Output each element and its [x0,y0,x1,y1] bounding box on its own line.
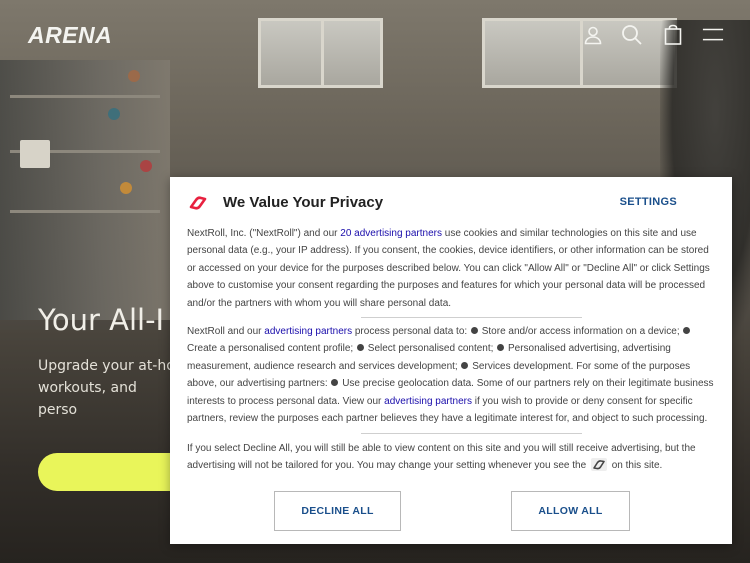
brand-logo[interactable]: ARENA [28,22,112,49]
advertising-partners-link[interactable]: advertising partners [264,326,352,337]
decline-all-button[interactable]: DECLINE ALL [274,491,401,531]
search-icon[interactable] [621,24,643,46]
allow-all-button[interactable]: ALLOW ALL [511,491,630,531]
privacy-text: NextRoll and our [187,326,265,337]
divider [361,317,582,318]
account-icon[interactable] [582,24,604,46]
bullet-icon [357,344,364,352]
bullet-icon [497,344,505,352]
privacy-intro-paragraph: NextRoll, Inc. ("NextRoll") and our 20 a… [187,225,715,312]
privacy-consent-dialog: We Value Your Privacy SETTINGS NextRoll,… [170,177,732,544]
privacy-text: NextRoll, Inc. ("NextRoll") and our [187,228,341,239]
hero-title: Your All-I [38,303,165,337]
hero-subtitle: Upgrade your at-ho workouts, and perso [38,358,175,418]
background-window [258,18,383,88]
privacy-text: on this site. [608,460,663,472]
menu-icon[interactable] [702,24,726,46]
bullet-icon [461,361,469,369]
purpose-item: Store and/or access information on a dev… [481,326,683,337]
bullet-icon [683,327,691,334]
background-shelving [0,60,170,320]
cart-icon[interactable] [662,24,684,46]
background-shelf [10,95,160,98]
purpose-item: Select personalised content; [367,343,497,355]
bullet-icon [331,379,339,387]
privacy-text: process personal data to: [352,326,470,337]
privacy-text: use cookies and similar technologies on … [187,228,710,309]
bullet-icon [470,327,478,334]
settings-link[interactable]: SETTINGS [620,196,677,208]
privacy-title: We Value Your Privacy [223,194,384,211]
divider [361,433,582,434]
nextroll-settings-icon[interactable] [590,458,607,472]
advertising-partners-link[interactable]: advertising partners [384,396,472,407]
background-shelf [10,210,160,213]
privacy-decline-paragraph: If you select Decline All, you will stil… [187,440,715,475]
nextroll-logo-icon [189,196,207,210]
privacy-purposes-paragraph: NextRoll and our advertising partners pr… [187,323,715,427]
background-window [482,18,677,88]
purpose-item: Create a personalised content profile; [187,343,356,355]
advertising-partners-link[interactable]: 20 advertising partners [340,228,442,239]
